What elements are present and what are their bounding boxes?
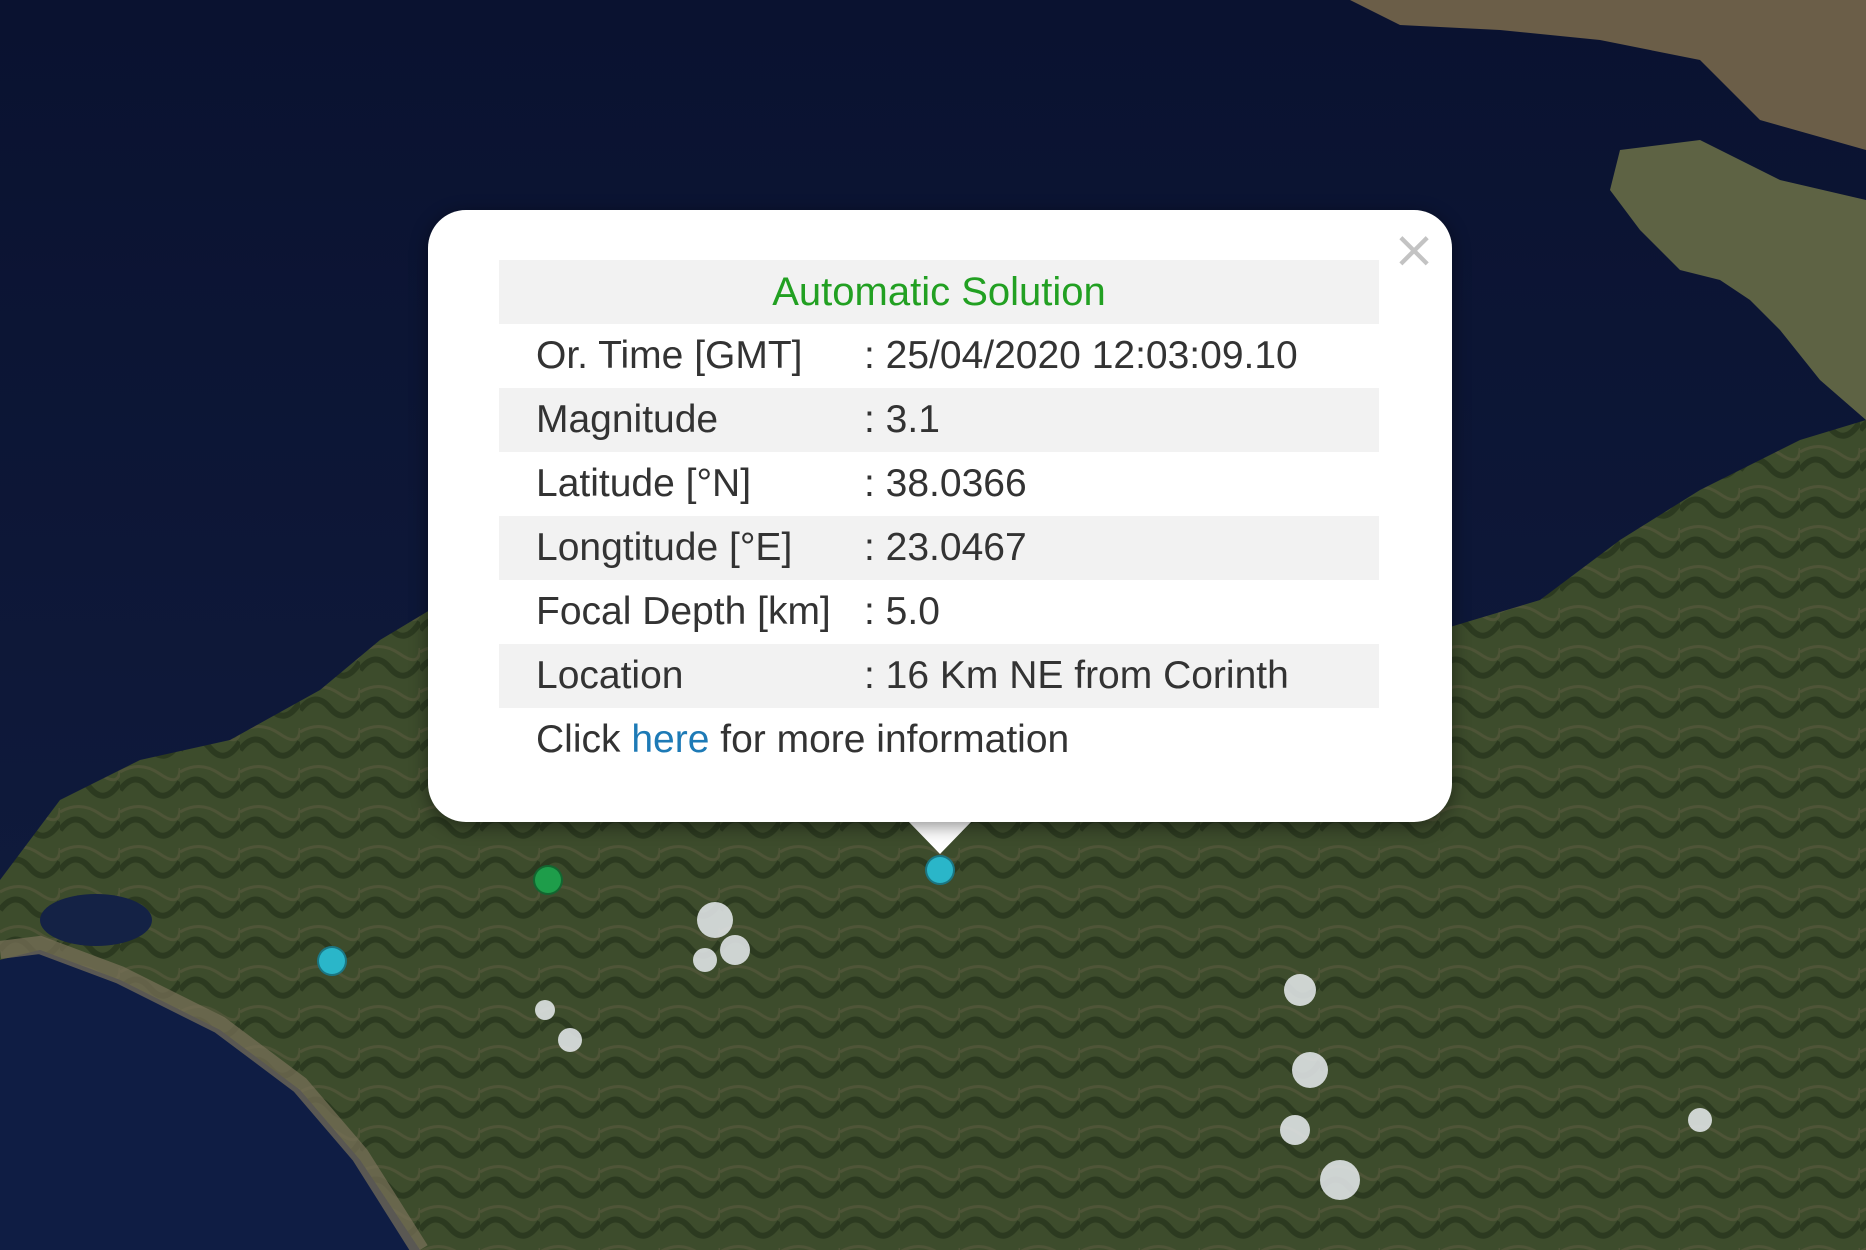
row-value: : 25/04/2020 12:03:09.10 [864,334,1298,377]
lake [40,894,152,946]
row-label: Latitude [°N] [536,462,752,505]
quake-marker-cyan[interactable] [317,946,347,976]
row-value: : 23.0467 [864,516,1379,580]
more-info-text: Click here for more information [499,708,1379,772]
row-label: Magnitude [499,388,864,452]
quake-marker-green[interactable] [533,865,563,895]
row-value: : 5.0 [864,590,940,633]
quake-marker-selected[interactable] [925,855,955,885]
close-icon[interactable]: × [1388,224,1440,276]
popup-tip [907,820,973,854]
popup-title: Automatic Solution [499,260,1379,324]
row-label: Longtitude [°E] [499,516,864,580]
row-label: Location [499,644,864,708]
row-label: Or. Time [GMT] [536,334,803,377]
row-label: Focal Depth [km] [536,590,831,633]
info-table: Automatic Solution Or. Time [GMT] : 25/0… [499,260,1379,772]
more-info-suffix: for more information [709,718,1070,761]
earthquake-info-popup: × Automatic Solution Or. Time [GMT] : 25… [428,210,1452,822]
row-value: : 3.1 [864,388,1379,452]
row-value: : 38.0366 [864,462,1027,505]
more-info-link[interactable]: here [631,718,709,761]
row-value: : 16 Km NE from Corinth [864,644,1379,708]
more-info-prefix: Click [536,718,632,761]
